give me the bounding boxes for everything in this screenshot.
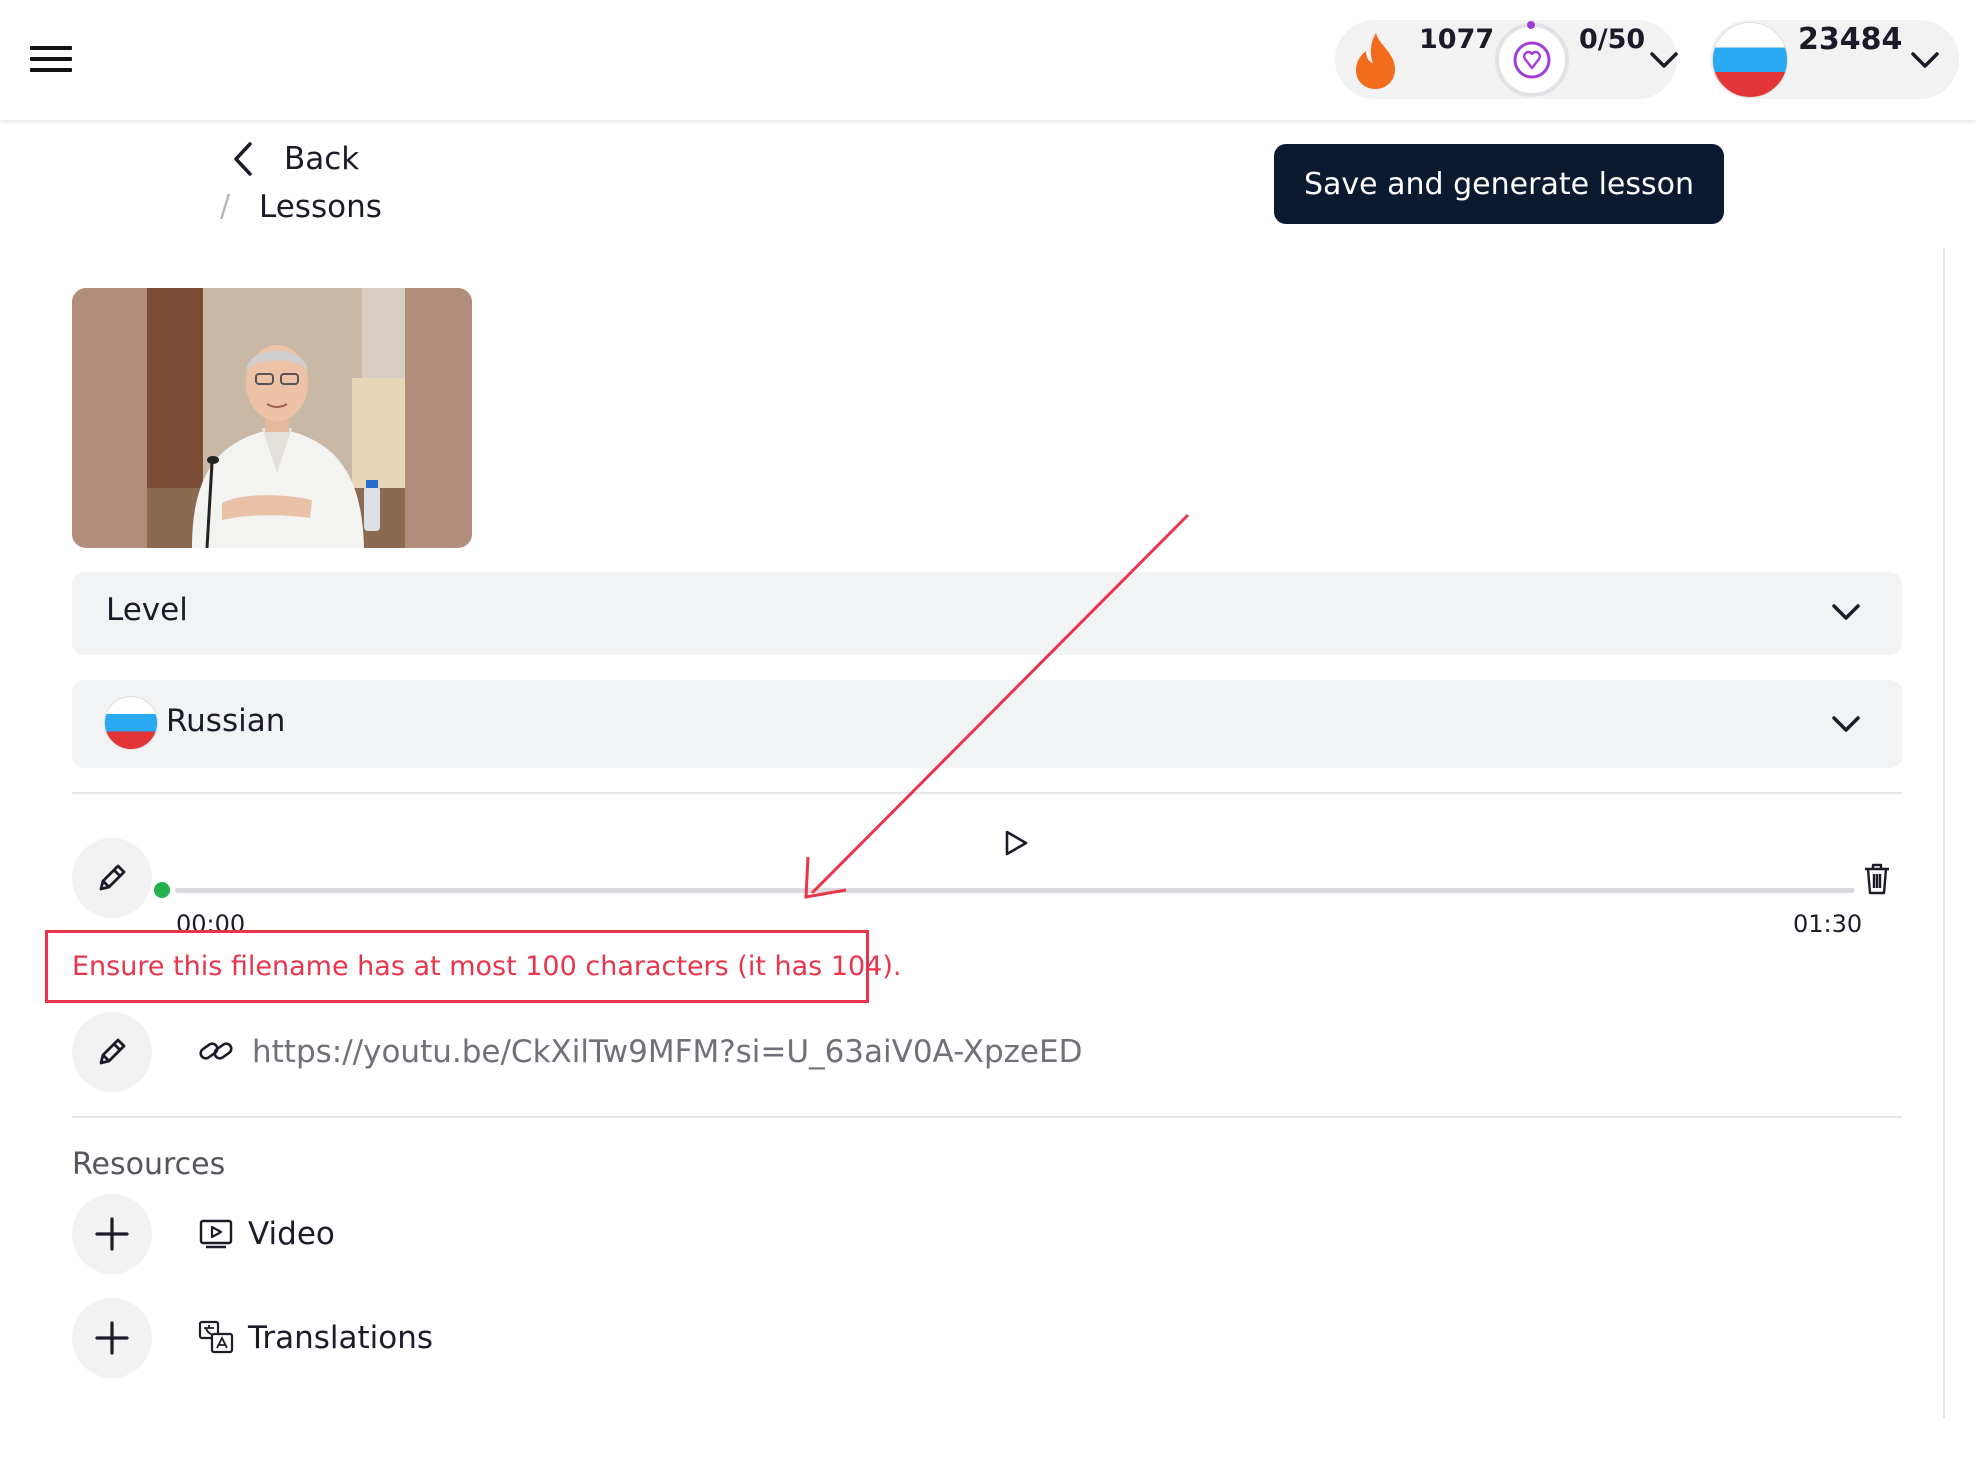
- resource-video-label[interactable]: Video: [248, 1212, 335, 1256]
- chevron-down-icon: [1832, 716, 1860, 732]
- divider: [72, 792, 1902, 794]
- add-translations-button[interactable]: [72, 1298, 152, 1378]
- audio-progress-track[interactable]: [175, 888, 1855, 893]
- chevron-down-icon: [1832, 604, 1860, 620]
- chevron-left-icon[interactable]: [228, 138, 258, 180]
- thumbnail-image: [147, 288, 405, 548]
- resources-title: Resources: [72, 1147, 226, 1182]
- translate-icon: [198, 1320, 234, 1354]
- edit-link-button[interactable]: [72, 1012, 152, 1092]
- breadcrumb-current[interactable]: Lessons: [259, 186, 382, 228]
- points-count: 23484: [1798, 22, 1903, 57]
- language-select[interactable]: Russian: [72, 680, 1902, 768]
- video-thumbnail: [72, 288, 472, 548]
- source-url[interactable]: https://youtu.be/CkXilTw9MFM?si=U_63aiV0…: [252, 1030, 1082, 1074]
- chevron-down-icon[interactable]: [1910, 50, 1940, 70]
- level-select[interactable]: Level: [72, 572, 1902, 655]
- heart-pin-icon: [1513, 41, 1551, 79]
- hamburger-icon[interactable]: [30, 46, 72, 76]
- resource-translations-label[interactable]: Translations: [248, 1316, 433, 1360]
- edit-audio-button[interactable]: [72, 838, 152, 918]
- save-and-generate-button[interactable]: Save and generate lesson: [1274, 144, 1724, 224]
- breadcrumb-separator: /: [220, 189, 231, 224]
- filename-error-message: Ensure this filename has at most 100 cha…: [72, 951, 902, 982]
- flame-icon: [1356, 33, 1395, 89]
- back-link[interactable]: Back: [284, 138, 359, 180]
- play-icon[interactable]: [1002, 828, 1030, 858]
- goal-progress-dot: [1527, 21, 1535, 29]
- video-icon: [199, 1219, 233, 1249]
- plus-icon: [95, 1321, 129, 1355]
- russia-flag-icon: [104, 696, 158, 750]
- chevron-down-icon[interactable]: [1649, 50, 1679, 70]
- content-border: [1943, 248, 1945, 1418]
- pencil-icon: [99, 864, 126, 891]
- top-bar: [0, 0, 1976, 120]
- plus-icon: [95, 1217, 129, 1251]
- audio-end-time: 01:30: [1793, 910, 1863, 938]
- add-video-button[interactable]: [72, 1194, 152, 1274]
- pencil-icon: [99, 1038, 126, 1065]
- level-select-label: Level: [106, 592, 188, 628]
- language-select-label: Russian: [166, 703, 286, 739]
- audio-progress-handle[interactable]: [154, 882, 170, 898]
- link-icon: [199, 1042, 233, 1060]
- trash-icon[interactable]: [1862, 862, 1892, 896]
- goal-progress: 0/50: [1579, 24, 1646, 55]
- divider: [72, 1116, 1902, 1118]
- russia-flag-icon: [1712, 22, 1788, 98]
- streak-count: 1077: [1419, 24, 1495, 55]
- goal-ring[interactable]: [1495, 23, 1569, 97]
